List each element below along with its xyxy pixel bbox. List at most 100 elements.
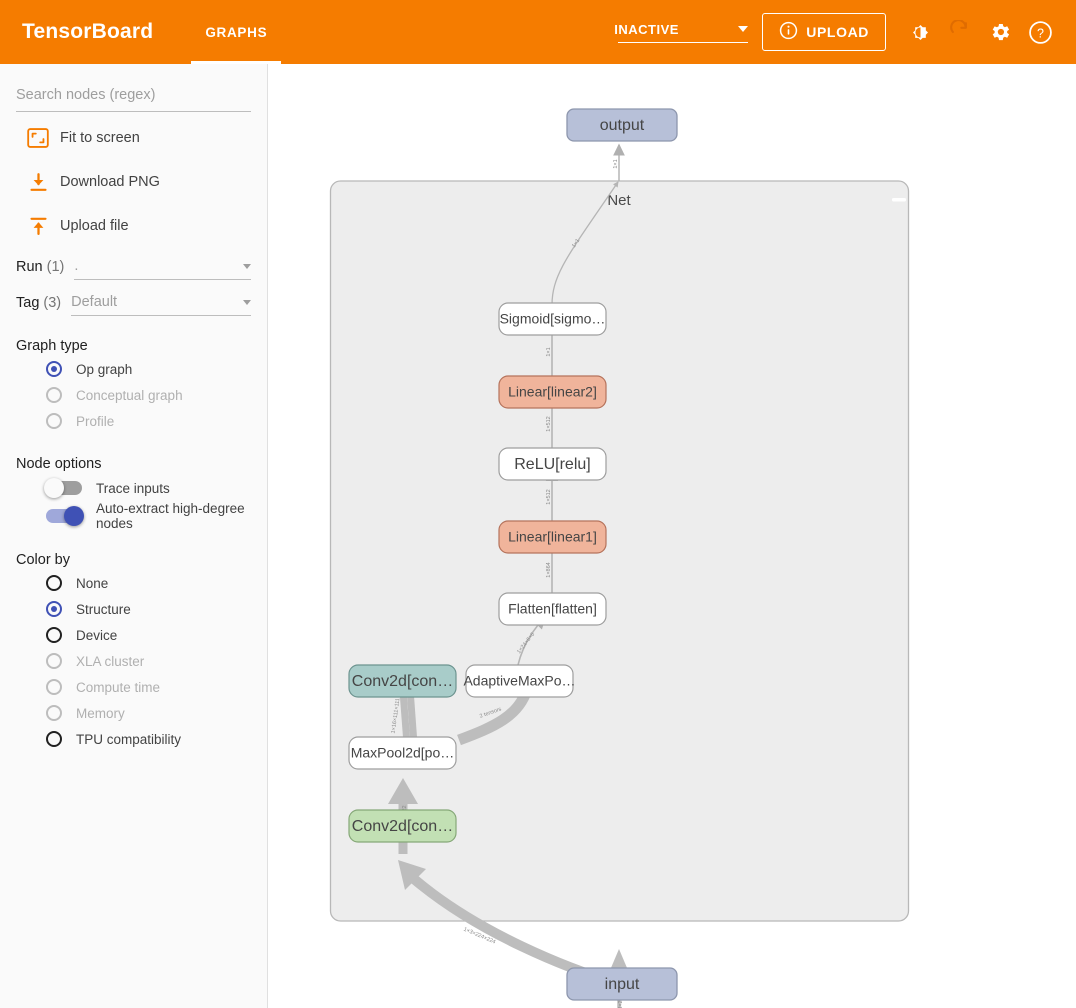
search-input[interactable] [16,87,251,112]
graph-node-maxpool2d-label: MaxPool2d[po… [351,745,455,761]
settings-gear-icon[interactable] [980,12,1020,52]
radio-icon [46,361,62,377]
toggle-switch-icon [46,481,82,495]
color-by-option-compute-time[interactable]: Compute time [16,674,251,700]
color-by-option-label: Memory [76,706,125,721]
run-status-label: INACTIVE [614,22,679,37]
upload-button-label: UPLOAD [806,24,869,40]
refresh-icon[interactable] [940,12,980,52]
info-circle-icon [779,21,798,43]
graph-node-input[interactable]: input [567,968,677,1000]
chevron-down-icon [243,264,251,269]
node-options-title: Node options [16,456,251,472]
radio-icon [46,575,62,591]
color-by-option-tpu-compatibility[interactable]: TPU compatibility [16,726,251,752]
graph-type-option-label: Op graph [76,362,132,377]
color-by-option-none[interactable]: None [16,570,251,596]
graph-type-option-label: Conceptual graph [76,388,183,403]
graph-type-option-profile[interactable]: Profile [16,408,251,434]
graph-node-flatten[interactable]: Flatten[flatten] [499,593,606,625]
upload-file-action[interactable]: Upload file [16,208,251,244]
run-selector-dropdown[interactable]: . [74,258,251,280]
svg-text:?: ? [1037,26,1044,40]
graph-node-output-label: output [600,117,645,134]
graph-node-output[interactable]: output [567,109,677,141]
tag-selector-name: Tag [16,295,39,316]
chevron-down-icon [738,26,748,32]
graph-node-conv2d-1[interactable]: Conv2d[con… [349,810,456,842]
graph-node-conv2d-2[interactable]: Conv2d[con… [349,665,456,697]
tab-graphs[interactable]: GRAPHS [191,0,281,64]
edge-label: 1×864 [546,562,552,577]
graph-node-relu[interactable]: ReLU[relu] [499,448,606,480]
radio-icon [46,387,62,403]
tag-selector-count: (3) [43,295,61,316]
download-png-action[interactable]: Download PNG [16,164,251,200]
graph-node-sigmoid[interactable]: Sigmoid[sigmo… [499,303,606,335]
fit-to-screen-label: Fit to screen [60,130,140,146]
graph-node-linear1[interactable]: Linear[linear1] [499,521,606,553]
color-by-option-device[interactable]: Device [16,622,251,648]
color-by-option-memory[interactable]: Memory [16,700,251,726]
radio-icon [46,627,62,643]
tab-bar: GRAPHS [191,0,281,64]
graph-node-adaptivemaxpool[interactable]: AdaptiveMaxPo… [463,665,575,697]
radio-icon [46,731,62,747]
radio-icon [46,653,62,669]
edge-net-output: 1×1 [613,145,619,181]
brand-title: TensorBoard [22,20,153,44]
app-header: TensorBoard GRAPHS INACTIVE UPLOAD [0,0,1076,64]
color-by-option-label: Device [76,628,117,643]
graph-node-maxpool2d[interactable]: MaxPool2d[po… [349,737,456,769]
run-selector-value: . [74,258,78,274]
brightness-icon[interactable] [900,12,940,52]
graph-node-sigmoid-label: Sigmoid[sigmo… [500,311,606,327]
edge-label: 1×512 [546,416,552,431]
color-by-option-xla-cluster[interactable]: XLA cluster [16,648,251,674]
graph-node-linear2[interactable]: Linear[linear2] [499,376,606,408]
sidebar: Fit to screen Download PNG Upload file R… [0,64,268,1008]
radio-icon [46,413,62,429]
tag-selector-row: Tag (3) Default [16,294,251,316]
upload-icon [16,216,60,237]
color-by-option-label: Structure [76,602,131,617]
minus-icon[interactable] [892,198,906,202]
fit-to-screen-icon [16,128,60,148]
color-by-option-label: TPU compatibility [76,732,181,747]
graph-canvas[interactable]: Net 1×1 1×1 1×1 1×512 1×512 [269,64,1076,1008]
edge-label: 1×1 [613,159,619,168]
radio-icon [46,705,62,721]
graph-type-title: Graph type [16,338,251,354]
color-by-option-label: None [76,576,108,591]
color-by-option-label: Compute time [76,680,160,695]
tab-graphs-label: GRAPHS [205,25,267,40]
help-circle-icon[interactable]: ? [1020,12,1060,52]
toggle-switch-icon [46,509,82,523]
graph-node-linear1-label: Linear[linear1] [508,529,597,545]
radio-icon [46,679,62,695]
run-selector-row: Run (1) . [16,258,251,280]
toggle-trace-inputs-label: Trace inputs [96,481,170,496]
graph-type-option-conceptual-graph[interactable]: Conceptual graph [16,382,251,408]
run-status-dropdown[interactable]: INACTIVE [618,22,748,43]
graph-type-option-label: Profile [76,414,114,429]
tag-selector-value: Default [71,294,117,310]
edge-label: 1×1 [546,347,552,356]
graph-node-conv2d-1-label: Conv2d[con… [352,818,453,835]
graph-node-flatten-label: Flatten[flatten] [508,601,597,617]
upload-file-label: Upload file [60,218,129,234]
tag-selector-dropdown[interactable]: Default [71,294,251,316]
download-icon [16,172,60,193]
color-by-option-structure[interactable]: Structure [16,596,251,622]
chevron-down-icon [243,300,251,305]
fit-to-screen-action[interactable]: Fit to screen [16,120,251,156]
graph-svg: Net 1×1 1×1 1×1 1×512 1×512 [269,64,1076,1008]
run-selector-name: Run [16,259,43,280]
toggle-trace-inputs[interactable]: Trace inputs [16,474,251,502]
edge-label: 1×512 [546,489,552,504]
graph-node-input-label: input [605,976,640,993]
upload-button[interactable]: UPLOAD [762,13,886,51]
graph-node-relu-label: ReLU[relu] [514,456,590,473]
graph-type-option-op-graph[interactable]: Op graph [16,356,251,382]
toggle-auto-extract[interactable]: Auto-extract high-degree nodes [16,502,251,530]
